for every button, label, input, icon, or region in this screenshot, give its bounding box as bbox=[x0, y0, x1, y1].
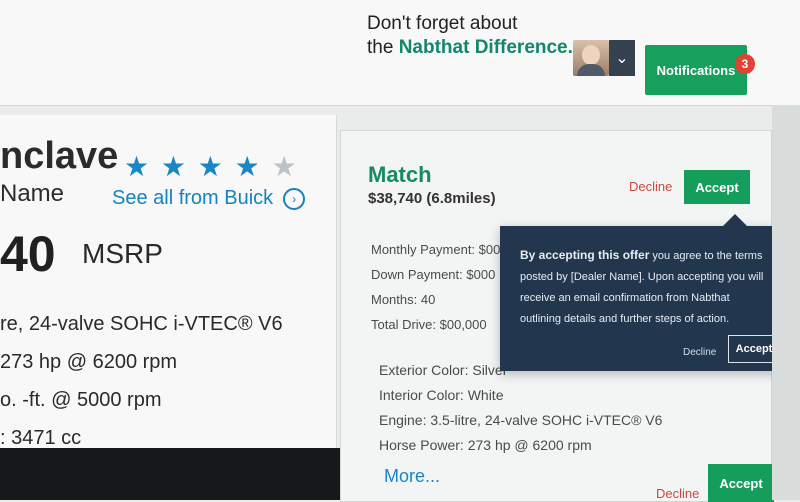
vehicle-price: 40 bbox=[0, 226, 56, 282]
spec-horsepower: 273 hp @ 6200 rpm bbox=[0, 351, 178, 373]
total-drive: Total Drive: $00,000 bbox=[371, 317, 487, 332]
notification-badge: 3 bbox=[735, 54, 755, 74]
user-menu[interactable]: ⌄ bbox=[573, 40, 635, 76]
star-icon: ★ bbox=[160, 151, 188, 182]
promo-line-2: the Nabthat Difference. bbox=[367, 36, 573, 60]
popover-message: By accepting this offer you agree to the… bbox=[520, 245, 770, 330]
see-all-link[interactable]: See all from Buick › bbox=[112, 187, 306, 210]
dealer-name: Name bbox=[0, 180, 65, 207]
months: Months: 40 bbox=[371, 292, 436, 307]
match-price: $38,740 (6.8miles) bbox=[368, 190, 496, 207]
vehicle-summary-panel: nclave ★ ★ ★ ★ ★ Name See all from Buick… bbox=[0, 115, 350, 500]
more-link[interactable]: More... bbox=[384, 466, 440, 487]
promo-message: Don't forget about the Nabthat Differenc… bbox=[367, 12, 573, 60]
see-all-label[interactable]: See all from Buick bbox=[112, 187, 273, 210]
arrow-right-circle-icon[interactable]: › bbox=[283, 187, 306, 210]
monthly-payment: Monthly Payment: $00 bbox=[371, 242, 501, 257]
vehicle-details: Exterior Color: Silver Interior Color: W… bbox=[379, 358, 662, 458]
decline-link[interactable]: Decline bbox=[629, 179, 672, 194]
top-bar: Don't forget about the Nabthat Differenc… bbox=[0, 0, 800, 106]
star-empty-icon: ★ bbox=[271, 151, 299, 182]
promo-prefix: the bbox=[367, 37, 394, 58]
accept-offer-popover: By accepting this offer you agree to the… bbox=[500, 214, 785, 371]
accept-button[interactable]: Accept bbox=[684, 170, 750, 204]
star-icon: ★ bbox=[234, 151, 262, 182]
star-icon: ★ bbox=[124, 151, 152, 182]
avatar[interactable] bbox=[573, 40, 609, 76]
vehicle-title: nclave bbox=[0, 135, 119, 177]
star-icon: ★ bbox=[197, 151, 225, 182]
popover-decline-button[interactable]: Decline bbox=[683, 347, 716, 358]
notifications-button[interactable]: Notifications bbox=[645, 45, 747, 95]
scrollbar[interactable] bbox=[772, 105, 800, 500]
msrp-label: MSRP bbox=[82, 238, 163, 269]
dark-footer bbox=[0, 448, 350, 500]
accept-button-bottom[interactable]: Accept bbox=[708, 464, 774, 502]
finance-details: Monthly Payment: $00 Down Payment: $000 … bbox=[371, 237, 500, 337]
promo-line-1: Don't forget about bbox=[367, 13, 518, 34]
rating-stars: ★ ★ ★ ★ ★ bbox=[124, 150, 299, 183]
spec-torque: o. -ft. @ 5000 rpm bbox=[0, 389, 162, 411]
horsepower-detail: Horse Power: 273 hp @ 6200 rpm bbox=[379, 437, 592, 453]
interior-color: Interior Color: White bbox=[379, 387, 504, 403]
engine-detail: Engine: 3.5-litre, 24-valve SOHC i-VTEC®… bbox=[379, 412, 663, 428]
match-title: Match bbox=[368, 162, 432, 187]
chevron-down-icon[interactable]: ⌄ bbox=[609, 40, 635, 76]
popover-lead: By accepting this offer bbox=[520, 248, 650, 262]
vehicle-specs: re, 24-valve SOHC i-VTEC® V6 273 hp @ 62… bbox=[0, 305, 283, 457]
promo-brand: Nabthat Difference. bbox=[398, 37, 573, 58]
spec-engine: re, 24-valve SOHC i-VTEC® V6 bbox=[0, 313, 283, 335]
down-payment: Down Payment: $000 bbox=[371, 267, 496, 282]
decline-link-bottom[interactable]: Decline bbox=[656, 486, 699, 501]
